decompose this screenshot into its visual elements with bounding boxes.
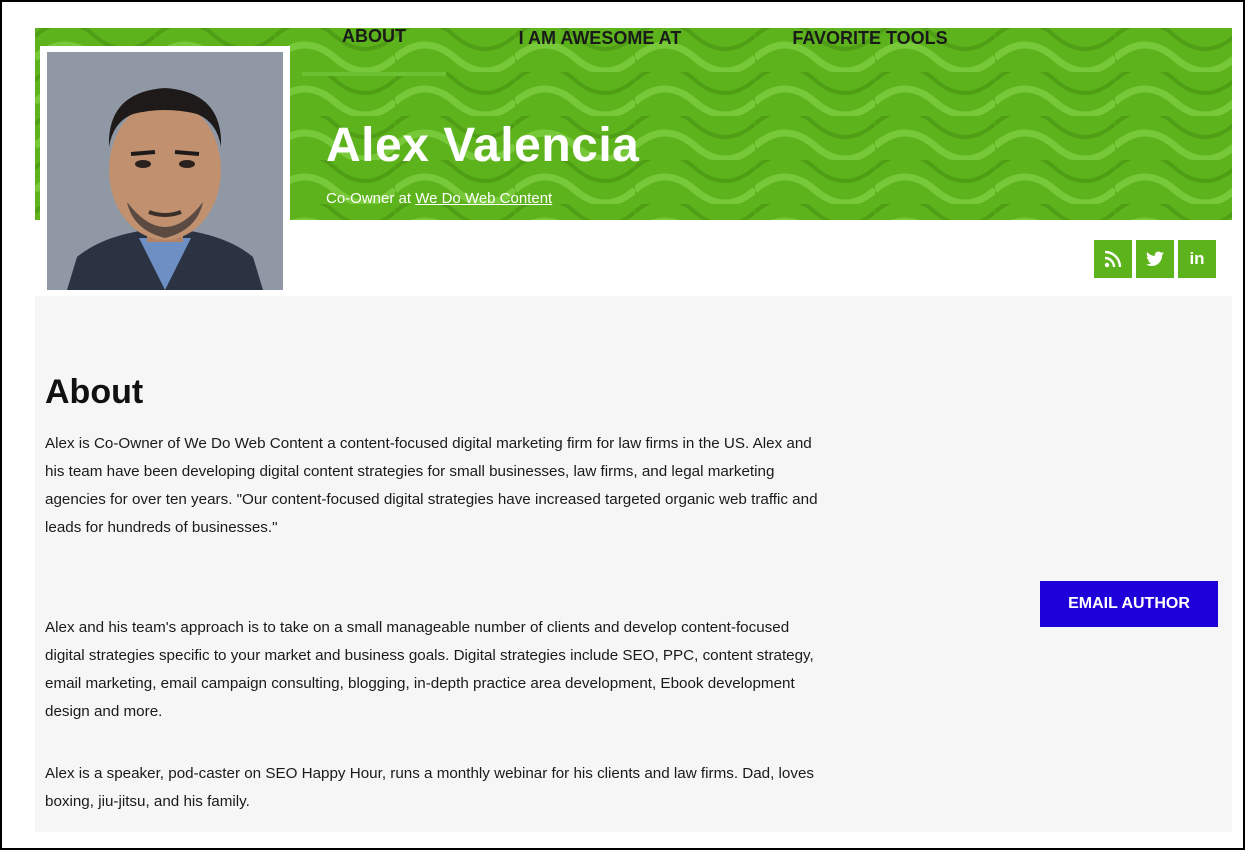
tab-i-am-awesome-at[interactable]: I AM AWESOME AT [492, 0, 708, 76]
linkedin-button[interactable]: in [1178, 240, 1216, 278]
tab-about[interactable]: ABOUT [302, 0, 446, 76]
about-paragraph-1: Alex is Co-Owner of We Do Web Content a … [45, 435, 818, 536]
tab-favorite-tools[interactable]: FAVORITE TOOLS [770, 0, 970, 76]
profile-photo-frame [40, 46, 290, 293]
twitter-button[interactable] [1136, 240, 1174, 278]
subtitle-prefix: Co-Owner at [326, 190, 416, 207]
profile-name: Alex Valencia [326, 119, 640, 172]
about-section [35, 296, 1232, 832]
about-heading: About [45, 373, 144, 411]
company-link[interactable]: We Do Web Content [415, 190, 552, 207]
about-paragraph-3: Alex is a speaker, pod-caster on SEO Hap… [45, 765, 815, 810]
rss-button[interactable] [1094, 240, 1132, 278]
profile-subtitle: Co-Owner at We Do Web Content [326, 190, 552, 207]
email-author-button[interactable]: EMAIL AUTHOR [1040, 581, 1218, 627]
profile-photo [47, 52, 283, 290]
linkedin-icon: in [1189, 249, 1205, 268]
profile-tab-bar [290, 220, 1232, 296]
twitter-icon [1146, 251, 1164, 267]
rss-icon [1104, 250, 1122, 268]
about-paragraph-2: Alex and his team's approach is to take … [45, 619, 814, 720]
